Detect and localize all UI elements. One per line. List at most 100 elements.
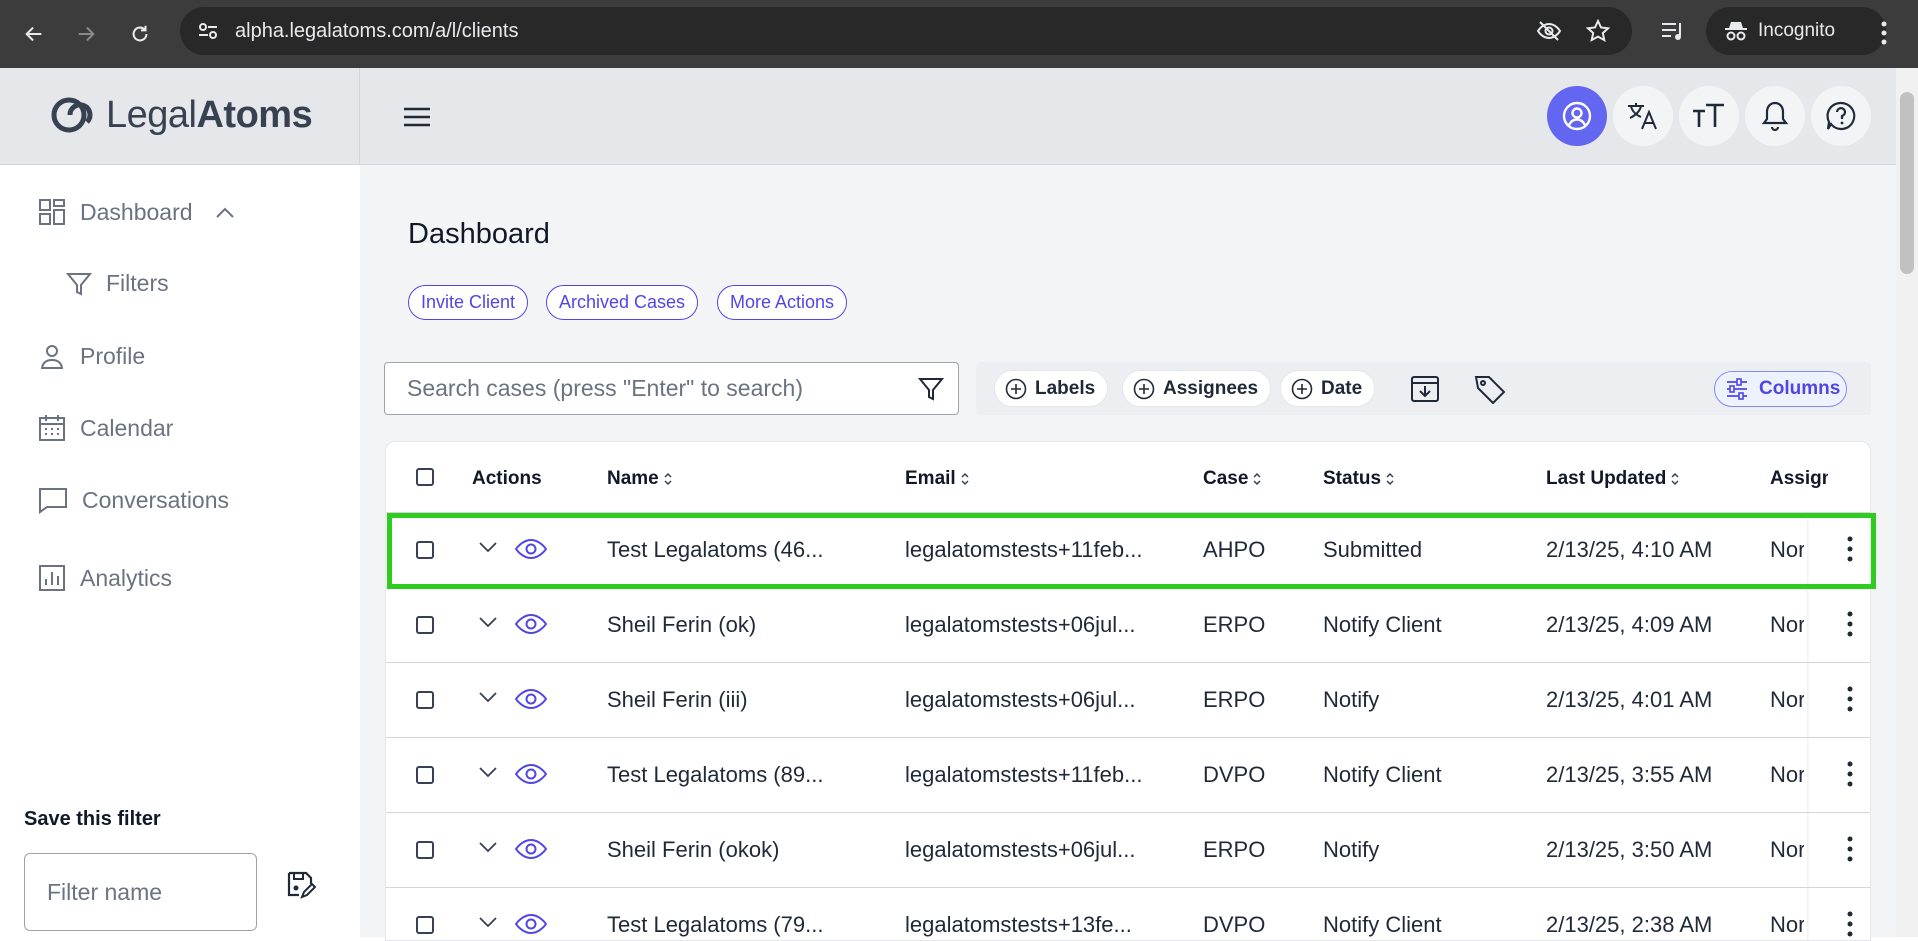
help-button[interactable] bbox=[1811, 86, 1871, 146]
row-checkbox[interactable] bbox=[416, 916, 434, 934]
eye-icon[interactable] bbox=[514, 762, 548, 786]
text-size-button[interactable] bbox=[1679, 86, 1739, 146]
row-checkbox[interactable] bbox=[416, 841, 434, 859]
table-row[interactable]: Sheil Ferin (okok) legalatomstests+06jul.… bbox=[386, 812, 1870, 887]
cell-name[interactable]: Sheil Ferin (iii) bbox=[607, 687, 867, 713]
menu-toggle-button[interactable] bbox=[400, 100, 434, 134]
sticky-column-shadow bbox=[1807, 738, 1810, 812]
incognito-indicator[interactable]: Incognito bbox=[1706, 7, 1886, 55]
eye-off-icon[interactable] bbox=[1536, 20, 1562, 42]
sticky-column-shadow bbox=[1807, 588, 1810, 662]
table-row[interactable]: Sheil Ferin (iii) legalatomstests+06jul..… bbox=[386, 662, 1870, 737]
incognito-icon bbox=[1725, 22, 1747, 41]
url-text: alpha.legalatoms.com/a/l/clients bbox=[235, 20, 519, 42]
browser-menu-icon[interactable] bbox=[1880, 20, 1888, 46]
cell-assignee: Nor bbox=[1770, 612, 1804, 637]
chevron-down-icon[interactable] bbox=[478, 541, 498, 555]
sidebar-item-conversations[interactable]: Conversations bbox=[38, 486, 229, 514]
cell-status: Notify Client bbox=[1323, 612, 1442, 637]
search-box bbox=[384, 362, 959, 415]
sidebar-item-calendar[interactable]: Calendar bbox=[38, 414, 173, 442]
cell-case: ERPO bbox=[1203, 837, 1266, 862]
profile-button[interactable] bbox=[1547, 86, 1607, 146]
cell-status: Notify bbox=[1323, 837, 1380, 862]
cell-email: legalatomstests+11feb... bbox=[905, 762, 1143, 787]
column-header-case[interactable]: Case bbox=[1203, 468, 1262, 490]
more-actions-button[interactable]: More Actions bbox=[717, 285, 848, 320]
grid-icon bbox=[39, 199, 65, 225]
kebab-menu-icon[interactable] bbox=[1846, 685, 1854, 713]
kebab-menu-icon[interactable] bbox=[1846, 760, 1854, 788]
table-row[interactable]: Test Legalatoms (46... legalatomstests+11… bbox=[386, 512, 1870, 587]
cell-name[interactable]: Test Legalatoms (89... bbox=[607, 762, 867, 788]
archived-cases-button[interactable]: Archived Cases bbox=[546, 285, 699, 320]
reload-button[interactable] bbox=[120, 14, 160, 54]
cell-status: Submitted bbox=[1323, 537, 1423, 562]
archive-download-icon[interactable] bbox=[1410, 374, 1440, 404]
table-row[interactable]: Test Legalatoms (79... legalatomstests+13… bbox=[386, 887, 1870, 940]
sidebar-item-profile[interactable]: Profile bbox=[38, 342, 145, 370]
row-checkbox[interactable] bbox=[416, 766, 434, 784]
scrollbar-thumb[interactable] bbox=[1900, 92, 1914, 274]
column-header-status[interactable]: Status bbox=[1323, 468, 1395, 490]
assignees-filter-chip[interactable]: Assignees bbox=[1122, 370, 1272, 407]
kebab-menu-icon[interactable] bbox=[1846, 535, 1854, 563]
column-header-email[interactable]: Email bbox=[905, 468, 970, 490]
select-all-checkbox[interactable] bbox=[416, 468, 434, 486]
eye-icon[interactable] bbox=[514, 687, 548, 711]
site-settings-icon[interactable] bbox=[197, 21, 219, 41]
sidebar-item-filters[interactable]: Filters bbox=[66, 270, 169, 297]
address-bar[interactable]: alpha.legalatoms.com/a/l/clients bbox=[180, 7, 1632, 55]
back-button[interactable] bbox=[14, 14, 54, 54]
invite-client-button[interactable]: Invite Client bbox=[408, 285, 529, 320]
sidebar-item-analytics[interactable]: Analytics bbox=[38, 564, 172, 592]
notifications-button[interactable] bbox=[1745, 86, 1805, 146]
columns-button[interactable]: Columns bbox=[1714, 371, 1847, 407]
cell-name[interactable]: Test Legalatoms (79... bbox=[607, 912, 867, 938]
cell-assignee: Nor bbox=[1770, 762, 1804, 787]
search-input[interactable] bbox=[407, 375, 897, 402]
star-icon[interactable] bbox=[1586, 19, 1610, 43]
column-header-last-updated[interactable]: Last Updated bbox=[1546, 468, 1680, 490]
table-row[interactable]: Test Legalatoms (89... legalatomstests+11… bbox=[386, 737, 1870, 812]
column-header-name[interactable]: Name bbox=[607, 468, 673, 490]
row-checkbox[interactable] bbox=[416, 541, 434, 559]
chevron-down-icon[interactable] bbox=[478, 691, 498, 705]
kebab-menu-icon[interactable] bbox=[1846, 835, 1854, 863]
media-control-icon[interactable] bbox=[1660, 20, 1686, 44]
sidebar-item-dashboard[interactable]: Dashboard bbox=[38, 198, 235, 226]
language-button[interactable] bbox=[1613, 86, 1673, 146]
bell-icon bbox=[1761, 101, 1789, 132]
kebab-menu-icon[interactable] bbox=[1846, 910, 1854, 938]
chevron-down-icon[interactable] bbox=[478, 616, 498, 630]
bar-chart-icon bbox=[39, 565, 65, 591]
cell-name[interactable]: Sheil Ferin (okok) bbox=[607, 837, 867, 863]
eye-icon[interactable] bbox=[514, 912, 548, 936]
eye-icon[interactable] bbox=[514, 612, 548, 636]
eye-icon[interactable] bbox=[514, 537, 548, 561]
row-checkbox[interactable] bbox=[416, 691, 434, 709]
chevron-up-icon[interactable] bbox=[215, 205, 235, 219]
labels-filter-chip[interactable]: Labels bbox=[994, 370, 1109, 407]
cell-name[interactable]: Test Legalatoms (46... bbox=[607, 537, 867, 563]
eye-icon[interactable] bbox=[514, 837, 548, 861]
save-filter-button[interactable] bbox=[286, 870, 317, 905]
row-checkbox[interactable] bbox=[416, 616, 434, 634]
chevron-down-icon[interactable] bbox=[478, 766, 498, 780]
column-header-assignee[interactable]: Assign bbox=[1770, 468, 1828, 490]
chevron-down-icon[interactable] bbox=[478, 841, 498, 855]
cell-email: legalatomstests+06jul... bbox=[905, 837, 1136, 862]
table-row[interactable]: Sheil Ferin (ok) legalatomstests+06jul...… bbox=[386, 587, 1870, 662]
kebab-menu-icon[interactable] bbox=[1846, 610, 1854, 638]
date-filter-chip[interactable]: Date bbox=[1280, 370, 1376, 407]
chevron-down-icon[interactable] bbox=[478, 916, 498, 930]
cell-name[interactable]: Sheil Ferin (ok) bbox=[607, 612, 867, 638]
cell-email: legalatomstests+06jul... bbox=[905, 612, 1136, 637]
tag-icon[interactable] bbox=[1474, 374, 1506, 404]
brand-logo[interactable]: LegalAtoms bbox=[50, 92, 313, 138]
filter-name-input[interactable] bbox=[24, 853, 257, 931]
sort-icon bbox=[1671, 472, 1679, 486]
cell-email: legalatomstests+06jul... bbox=[905, 687, 1136, 712]
filter-icon[interactable] bbox=[918, 376, 944, 402]
forward-button[interactable] bbox=[66, 14, 106, 54]
